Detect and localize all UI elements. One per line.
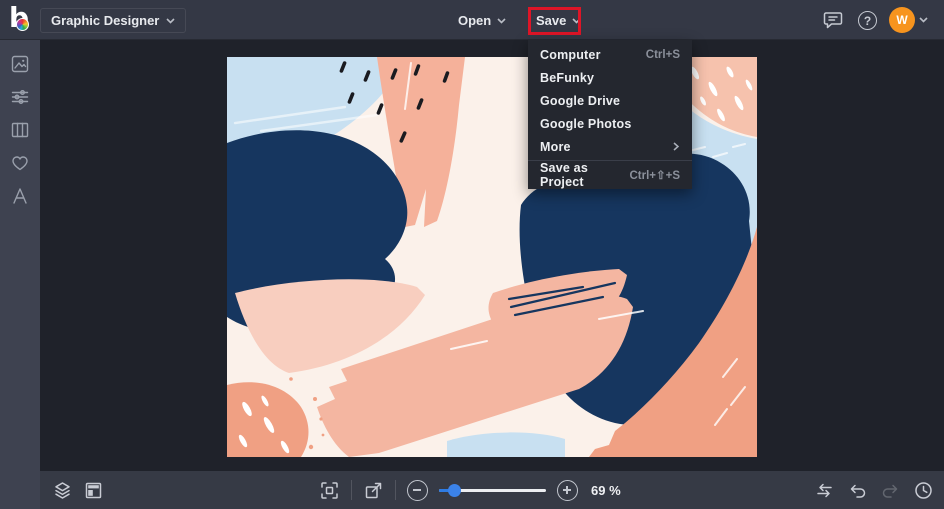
chevron-down-icon [497,17,506,24]
zoom-slider[interactable] [439,483,546,497]
question-mark-glyph: ? [863,13,872,28]
zoom-out-button[interactable] [407,479,428,501]
befunky-logo[interactable]: b [9,1,37,35]
sidebar-item-image[interactable] [10,54,30,74]
slider-knob[interactable] [448,483,461,497]
menu-item-more[interactable]: More [528,135,692,158]
zoom-percentage: 69 % [591,482,621,498]
zoom-in-button[interactable] [557,479,578,501]
save-dropdown-menu: Computer Ctrl+S BeFunky Google Drive Goo… [528,40,692,189]
canvas-manager-button[interactable] [83,480,104,501]
menu-item-befunky[interactable]: BeFunky [528,66,692,89]
sidebar-item-favorites[interactable] [10,153,30,173]
chevron-down-icon [572,17,581,24]
color-wheel-icon [16,18,29,31]
divider [351,480,352,500]
save-label: Save [536,13,567,28]
panel-controls [52,471,104,509]
menu-item-google-photos[interactable]: Google Photos [528,112,692,135]
menu-item-label: Computer [540,47,601,62]
layers-button[interactable] [52,480,73,501]
history-button[interactable] [913,480,934,501]
avatar-initial: W [896,13,908,27]
befunky-app: b Graphic Designer Open Save ? W [0,0,944,509]
sidebar-item-text[interactable] [10,186,30,206]
menu-item-save-as-project[interactable]: Save as Project Ctrl+⇧+S [528,160,692,189]
workspace [40,40,944,471]
history-controls [814,471,934,509]
minus-icon [413,489,421,491]
divider [395,480,396,500]
feedback-chat-icon[interactable] [822,9,844,31]
menu-item-label: Google Photos [540,116,632,131]
menu-item-label: Google Drive [540,93,621,108]
columns-icon [11,122,29,138]
fullscreen-preview-button[interactable] [363,480,384,501]
bottombar: 69 % [40,471,944,509]
menu-item-label: BeFunky [540,70,595,85]
undo-button[interactable] [847,480,868,501]
chevron-down-icon[interactable] [919,17,928,23]
plus-icon-v [566,485,568,494]
image-icon [11,55,29,73]
submenu-chevron-icon [673,142,680,151]
redo-button[interactable] [880,480,901,501]
menu-item-shortcut: Ctrl+⇧+S [629,169,680,182]
heart-icon [12,156,28,171]
chevron-down-icon [166,17,175,24]
sidebar-item-adjustments[interactable] [10,87,30,107]
sliders-icon [11,90,29,104]
zoom-controls: 69 % [319,471,621,509]
text-tool-icon [13,188,27,204]
avatar[interactable]: W [889,7,915,33]
topbar: b Graphic Designer Open Save ? W [0,0,944,40]
menu-item-computer[interactable]: Computer Ctrl+S [528,43,692,66]
mode-selector-button[interactable]: Graphic Designer [40,8,187,33]
open-label: Open [458,13,492,28]
menu-item-google-drive[interactable]: Google Drive [528,89,692,112]
help-button[interactable]: ? [858,11,877,30]
menu-item-shortcut: Ctrl+S [645,48,680,61]
fit-to-screen-button[interactable] [319,480,340,501]
menu-item-label: Save as Project [540,160,588,189]
save-button[interactable]: Save [536,8,581,33]
compare-toggle-button[interactable] [814,480,835,501]
mode-label: Graphic Designer [51,13,160,28]
menu-item-label: More [540,139,571,154]
sidebar [0,40,40,509]
open-button[interactable]: Open [458,8,506,33]
sidebar-item-layouts[interactable] [10,120,30,140]
